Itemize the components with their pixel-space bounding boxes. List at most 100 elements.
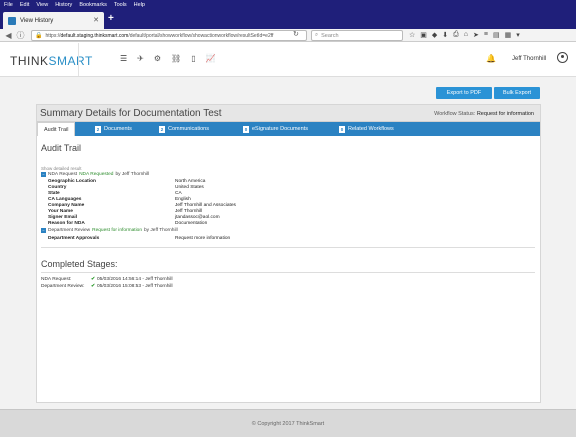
section-divider (41, 247, 535, 248)
chart-icon[interactable]: 📈 (206, 54, 216, 63)
event-name: Department Review (48, 228, 91, 233)
menu-file[interactable]: File (4, 2, 13, 8)
toolbar-icons: ☆ ▣ ◆ ⬇ ⎙ ⌂ ➤ ≡ ▤ ▦ ▾ (409, 31, 520, 39)
url-prefix: https:// (45, 32, 61, 39)
browser-tabstrip: View History ✕ + (0, 9, 576, 29)
detail-tabs: Audit Trail 2 Documents 2 Communications… (37, 122, 540, 136)
menu-history[interactable]: History (55, 2, 72, 8)
summary-panel: Summary Details for Documentation Test W… (36, 104, 541, 403)
menu-icon[interactable]: ≡ (484, 31, 488, 39)
detail-label: State (48, 191, 60, 196)
tab-label: Communications (168, 126, 209, 132)
org-chart-icon[interactable]: ⛓ (171, 54, 181, 63)
stage-row: Department Review: ✔ 05/03/2016 15:08:53… (41, 284, 173, 289)
stage-row: NDA Request: ✔ 05/03/2016 14:56:14 - Jef… (41, 277, 173, 282)
detail-label: Reason for NDA (48, 221, 85, 226)
show-detailed-result-link[interactable]: Show detailed result (41, 166, 82, 171)
detail-value: United States (175, 185, 204, 190)
detail-value: Jeff Thornhill (175, 209, 203, 214)
site-favicon-icon (8, 16, 16, 25)
page-body: Export to PDF Bulk Export Summary Detail… (0, 77, 576, 409)
sidebar-icon[interactable]: ▤ (493, 31, 500, 39)
list-icon[interactable]: ☰ (120, 54, 127, 63)
document-count-icon: 2 (95, 125, 101, 133)
stage-datetime: 05/03/2016 14:56:14 - Jeff Thornhill (97, 277, 173, 282)
menu-bookmarks[interactable]: Bookmarks (79, 2, 107, 8)
close-tab-icon[interactable]: ✕ (93, 16, 99, 24)
reload-icon[interactable]: ↻ (293, 30, 299, 38)
gear-icon[interactable]: ⚙ (154, 54, 161, 63)
tab-esignature-documents[interactable]: 0 eSignature Documents (243, 122, 308, 136)
detail-value: Jeff Thornhill and Associates (175, 203, 236, 208)
tab-label: eSignature Documents (252, 126, 308, 132)
logo-divider (78, 43, 79, 76)
search-icon: ⌕ (315, 32, 319, 38)
reading-list-icon[interactable]: ▣ (420, 31, 427, 39)
menu-help[interactable]: Help (134, 2, 145, 8)
pocket-icon[interactable]: ◆ (432, 31, 437, 39)
user-name[interactable]: Jeff Thornhill (512, 56, 546, 62)
url-bar[interactable]: 🔒 https://default.staging.thinksmart.com… (31, 30, 307, 41)
browser-tab[interactable]: View History ✕ (3, 12, 104, 29)
url-path: /default/portal/showworkflow/showactionw… (128, 32, 274, 39)
tab-communications[interactable]: 2 Communications (159, 122, 209, 136)
section-divider (41, 272, 535, 273)
bell-icon[interactable]: 🔔 (486, 54, 496, 63)
menu-edit[interactable]: Edit (20, 2, 29, 8)
home-icon[interactable]: ⌂ (464, 31, 468, 39)
event-by: by Jeff Thornhill (115, 172, 150, 177)
bulk-export-button[interactable]: Bulk Export (494, 87, 540, 99)
menu-tools[interactable]: Tools (114, 2, 127, 8)
bookmark-star-icon[interactable]: ☆ (409, 31, 415, 39)
event-by: by Jeff Thornhill (143, 228, 178, 233)
logo-text-think: THINK (10, 54, 49, 68)
completed-stages-heading: Completed Stages: (41, 259, 118, 269)
send-icon[interactable]: ➤ (473, 31, 479, 39)
download-icon[interactable]: ⬇ (442, 31, 448, 39)
document-icon[interactable]: ▯ (191, 54, 195, 63)
paper-plane-icon[interactable]: ✈ (137, 54, 144, 63)
browser-tab-title: View History (20, 17, 54, 24)
tab-documents[interactable]: 2 Documents (95, 122, 132, 136)
app-nav: ☰ ✈ ⚙ ⛓ ▯ 📈 (120, 54, 216, 63)
tab-label: Related Workflows (348, 126, 394, 132)
screenshot-icon[interactable]: ▦ (505, 31, 512, 39)
copyright-text: © Copyright 2017 ThinkSmart (251, 420, 325, 427)
info-icon[interactable]: ⓘ (15, 30, 26, 41)
workflow-status-value: Request for information (476, 111, 534, 117)
menu-view[interactable]: View (36, 2, 48, 8)
detail-value: jtandassoc@aol.com (175, 215, 220, 220)
back-icon[interactable]: ◀ (3, 30, 14, 41)
panel-title-bar: Summary Details for Documentation Test W… (37, 105, 540, 122)
detail-value: Request more information (175, 236, 231, 241)
detail-label: Your Name (48, 209, 73, 214)
browser-menubar: File Edit View History Bookmarks Tools H… (0, 0, 576, 9)
audit-event-nda-request[interactable]: − NDA Request NDA Requested by Jeff Thor… (41, 172, 149, 177)
export-pdf-button[interactable]: Export to PDF (436, 87, 492, 99)
logo-text-smart: SMART (48, 54, 93, 68)
document-count-icon: 0 (339, 125, 345, 133)
detail-value: Documentation (175, 221, 208, 226)
tab-related-workflows[interactable]: 0 Related Workflows (339, 122, 394, 136)
collapse-icon[interactable]: − (41, 172, 46, 177)
new-tab-button[interactable]: + (108, 13, 114, 24)
app-header: THINKSMART ☰ ✈ ⚙ ⛓ ▯ 📈 🔔 Jeff Thornhill (0, 43, 576, 77)
stage-datetime: 05/03/2016 15:08:53 - Jeff Thornhill (97, 284, 173, 289)
detail-label: CA Languages (48, 197, 82, 202)
audit-event-department-review[interactable]: − Department Review Request for informat… (41, 228, 178, 233)
tab-audit-trail[interactable]: Audit Trail (37, 122, 76, 136)
url-host: default.staging.thinksmart.com (60, 32, 129, 39)
stage-name: NDA Request: (41, 277, 72, 282)
print-icon[interactable]: ⎙ (453, 31, 459, 39)
search-input[interactable]: ⌕ Search (311, 30, 403, 41)
event-action: NDA Requested (79, 172, 114, 177)
lock-icon: 🔒 (35, 33, 43, 39)
overflow-icon[interactable]: ▾ (516, 31, 520, 39)
check-icon: ✔ (91, 284, 96, 289)
browser-navbar: ◀ ⓘ 🔒 https://default.staging.thinksmart… (0, 29, 576, 42)
check-icon: ✔ (91, 277, 96, 282)
collapse-icon[interactable]: − (41, 228, 46, 233)
detail-label: Geographic Location (48, 179, 96, 184)
thinksmart-logo[interactable]: THINKSMART (10, 54, 93, 68)
avatar[interactable] (557, 52, 568, 63)
